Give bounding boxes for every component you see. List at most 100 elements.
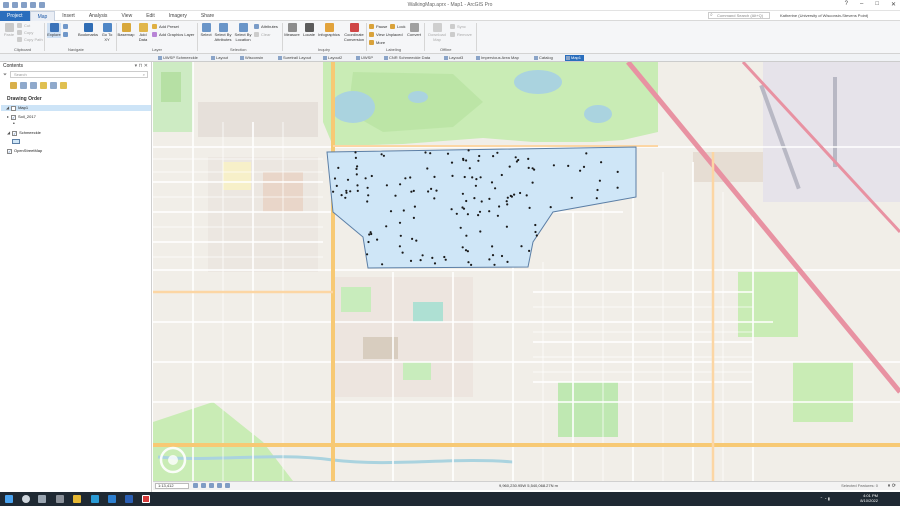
add-preset-button[interactable]: Add Preset (152, 24, 179, 29)
sample-point[interactable] (514, 156, 517, 159)
file-explorer-icon[interactable] (73, 495, 81, 503)
sample-point[interactable] (369, 231, 372, 234)
sample-point[interactable] (552, 164, 555, 167)
sample-point[interactable] (385, 225, 388, 228)
sample-point[interactable] (468, 167, 471, 170)
sample-point[interactable] (480, 200, 483, 203)
sample-point[interactable] (356, 165, 359, 168)
sample-point[interactable] (335, 184, 338, 187)
map-view[interactable] (153, 62, 900, 481)
sample-point[interactable] (461, 192, 464, 195)
select-button[interactable]: Select (199, 23, 213, 38)
sample-point[interactable] (366, 200, 369, 203)
add-graphics-layer-button[interactable]: Add Graphics Layer (152, 32, 194, 37)
sample-point[interactable] (525, 194, 528, 197)
cut-button[interactable]: Cut (17, 23, 30, 28)
sample-point[interactable] (354, 151, 357, 154)
sample-point[interactable] (332, 190, 335, 193)
sample-point[interactable] (381, 263, 384, 266)
select-by-location-button[interactable]: Select By Location (233, 23, 253, 42)
previous-extent-button[interactable] (63, 32, 68, 37)
sample-point[interactable] (488, 258, 491, 261)
list-by-editing-icon[interactable] (40, 82, 47, 89)
sample-point[interactable] (500, 254, 504, 258)
sample-point[interactable] (398, 245, 401, 248)
list-by-drawing-order-icon[interactable] (10, 82, 17, 89)
sample-point[interactable] (356, 189, 359, 192)
select-by-attributes-button[interactable]: Select By Attributes (213, 23, 233, 42)
search-icon[interactable] (22, 495, 30, 503)
sample-point[interactable] (461, 246, 464, 249)
sample-point[interactable] (444, 258, 447, 261)
windows-start-icon[interactable] (5, 495, 13, 503)
sample-point[interactable] (433, 262, 437, 265)
status-tools[interactable] (193, 483, 230, 488)
labeling-more-button[interactable]: More (369, 40, 385, 45)
sample-point[interactable] (528, 206, 531, 209)
sample-point[interactable] (490, 181, 494, 184)
sample-point[interactable] (367, 240, 370, 244)
filter-icon[interactable]: ⏷ (3, 72, 7, 78)
sample-point[interactable] (399, 234, 402, 237)
sample-point[interactable] (492, 155, 495, 158)
list-by-selection-icon[interactable] (30, 82, 37, 89)
locate-button[interactable]: Locate (302, 23, 316, 38)
view-tab[interactable]: UWSP Schmeeckle (157, 55, 198, 61)
recorder-icon[interactable] (142, 495, 150, 503)
sample-point[interactable] (527, 166, 530, 169)
minimize-icon[interactable]: – (860, 1, 863, 8)
basemap-button[interactable]: Basemap (118, 23, 134, 38)
sample-point[interactable] (475, 178, 478, 181)
sample-point[interactable] (520, 245, 523, 248)
sample-point[interactable] (366, 253, 369, 256)
sample-point[interactable] (567, 164, 570, 167)
copy-button[interactable]: Copy (17, 30, 33, 35)
view-unplaced-button[interactable]: View Unplaced (369, 32, 403, 37)
sample-point[interactable] (413, 205, 416, 208)
sample-point[interactable] (579, 169, 582, 172)
measure-button[interactable]: Measure (284, 23, 300, 38)
sample-point[interactable] (366, 186, 369, 189)
view-tab[interactable]: Layout2 (322, 55, 342, 61)
command-search-input[interactable]: ⌕ Command Search (Alt+Q) (708, 12, 770, 19)
view-tab[interactable]: Wisconsin (239, 55, 263, 61)
sample-point[interactable] (478, 210, 482, 213)
sample-point[interactable] (409, 176, 412, 179)
sample-point[interactable] (462, 158, 465, 162)
sample-point[interactable] (534, 230, 537, 234)
sample-point[interactable] (333, 177, 337, 180)
sample-point[interactable] (595, 197, 598, 200)
sync-button[interactable]: Sync (450, 24, 466, 29)
sample-point[interactable] (491, 245, 494, 248)
visibility-checkbox[interactable]: ✓ (7, 148, 12, 154)
view-tab[interactable]: CNR Schmeeckle Data (383, 55, 430, 61)
sample-point[interactable] (402, 209, 405, 212)
sample-point[interactable] (513, 193, 516, 196)
sample-point[interactable] (491, 254, 495, 257)
sample-point[interactable] (370, 174, 373, 178)
sample-point[interactable] (506, 203, 509, 206)
sample-point[interactable] (368, 233, 371, 236)
sample-point[interactable] (500, 173, 503, 177)
sample-point[interactable] (596, 188, 599, 192)
sample-point[interactable] (394, 194, 397, 197)
sample-point[interactable] (582, 165, 586, 168)
lock-labels-button[interactable]: Lock (390, 24, 405, 29)
sample-point[interactable] (356, 184, 359, 187)
tab-insert[interactable]: Insert (55, 11, 82, 21)
sample-point[interactable] (493, 263, 496, 266)
pane-controls-icon[interactable]: ▾ ⊓ ✕ (135, 62, 148, 70)
sample-point[interactable] (494, 187, 497, 190)
sample-point[interactable] (446, 152, 450, 155)
widgets-icon[interactable] (56, 495, 64, 503)
sample-point[interactable] (450, 161, 454, 164)
sample-point[interactable] (527, 157, 530, 160)
visibility-checkbox[interactable]: ✓ (11, 114, 17, 120)
sample-point[interactable] (465, 159, 468, 162)
sample-point[interactable] (412, 189, 415, 192)
layer-schmeeckle[interactable]: ◢ ✓ Schmeeckle (7, 130, 41, 136)
sample-point[interactable] (477, 159, 480, 162)
sample-point[interactable] (382, 154, 385, 157)
maximize-icon[interactable]: □ (875, 1, 879, 8)
layer-map1[interactable]: ◢ Map1 (1, 105, 151, 111)
